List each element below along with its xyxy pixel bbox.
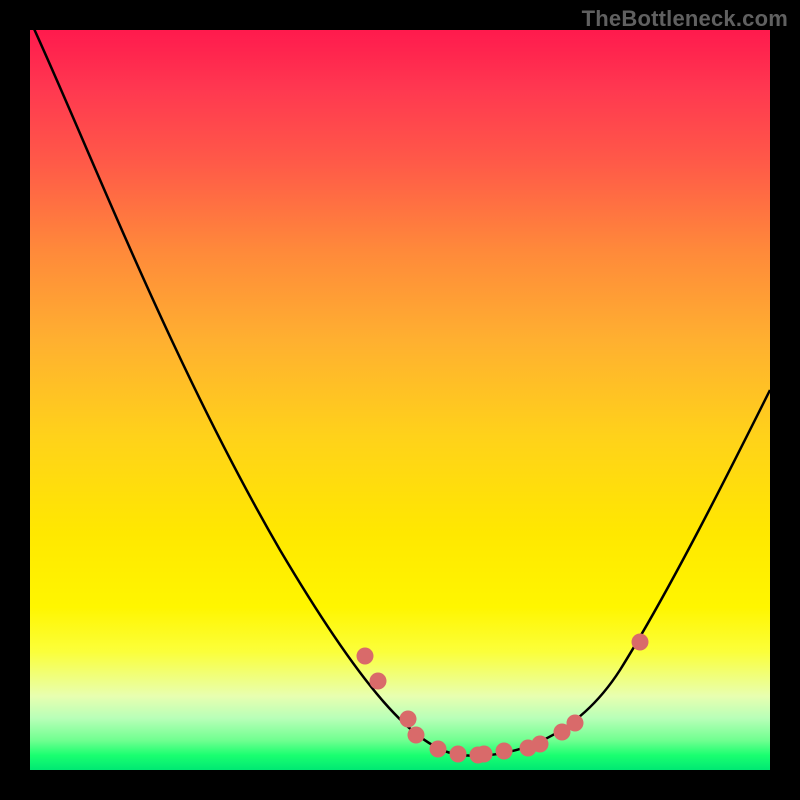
data-marker [567, 715, 584, 732]
data-marker [430, 741, 447, 758]
data-marker [400, 711, 417, 728]
data-marker [408, 727, 425, 744]
data-marker [632, 634, 649, 651]
chart-svg [30, 30, 770, 770]
marker-group [357, 634, 649, 764]
watermark-text: TheBottleneck.com [582, 6, 788, 32]
data-marker [532, 736, 549, 753]
data-marker [496, 743, 513, 760]
data-marker [370, 673, 387, 690]
data-marker [357, 648, 374, 665]
curve-path [30, 30, 770, 756]
data-marker [476, 746, 493, 763]
data-marker [450, 746, 467, 763]
